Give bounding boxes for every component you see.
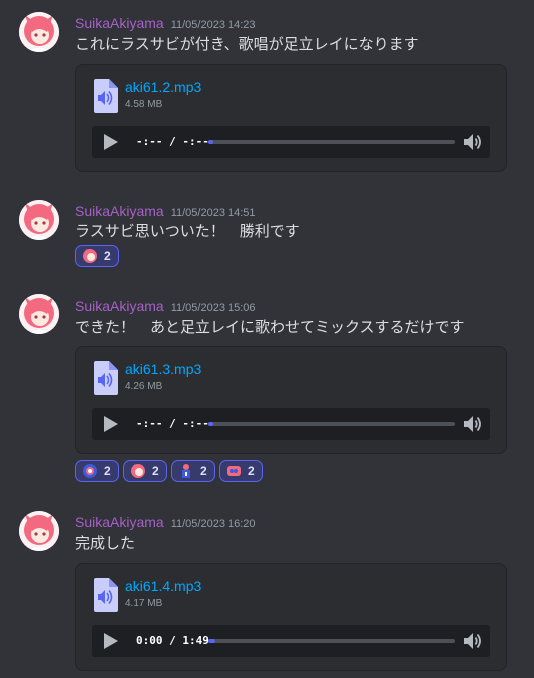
file-size: 4.58 MB	[125, 99, 163, 110]
audio-player: -:-- / -:--	[92, 408, 490, 440]
reaction-count: 2	[248, 464, 255, 478]
file-size: 4.17 MB	[125, 598, 163, 609]
progress-fill	[208, 422, 213, 426]
reaction-button[interactable]: 2	[75, 460, 119, 482]
audio-player: 0:00 / 1:49	[92, 625, 490, 657]
message-text: 完成した	[75, 534, 136, 552]
message-header: SuikaAkiyama 11/05/2023 15:06	[75, 296, 256, 315]
message-header: SuikaAkiyama 11/05/2023 14:51	[75, 201, 256, 220]
chat-message-list: SuikaAkiyama 11/05/2023 14:23 これにラスサビが付き、…	[0, 0, 534, 678]
message-text: ラスサビ思いついた！ 勝利です	[75, 222, 300, 240]
reaction-bar: 2	[75, 245, 123, 267]
avatar-image	[19, 12, 59, 52]
custom-emoji-icon	[226, 463, 242, 483]
play-icon[interactable]	[102, 134, 118, 154]
file-size: 4.26 MB	[125, 381, 163, 392]
reaction-bar: 2 2 2 2	[75, 460, 267, 482]
reaction-button[interactable]: 2	[171, 460, 215, 482]
file-name-link[interactable]: aki61.3.mp3	[125, 361, 201, 377]
custom-emoji-icon	[82, 463, 98, 483]
avatar-image	[19, 294, 59, 334]
progress-track[interactable]	[208, 639, 455, 643]
playback-time: 0:00 / 1:49	[136, 634, 209, 647]
message-header: SuikaAkiyama 11/05/2023 16:20	[75, 512, 256, 531]
username[interactable]: SuikaAkiyama	[75, 514, 164, 530]
avatar[interactable]	[19, 294, 59, 334]
audio-attachment: aki61.3.mp3 4.26 MB -:-- / -:--	[75, 346, 507, 454]
audio-attachment: aki61.4.mp3 4.17 MB 0:00 / 1:49	[75, 563, 507, 671]
message-text: これにラスサビが付き、歌唱が足立レイになります	[75, 35, 419, 53]
custom-emoji-icon	[130, 463, 146, 483]
volume-icon[interactable]	[463, 631, 483, 655]
progress-track[interactable]	[208, 422, 455, 426]
reaction-button[interactable]: 2	[75, 245, 119, 267]
play-icon[interactable]	[102, 633, 118, 653]
reaction-count: 2	[200, 464, 207, 478]
reaction-count: 2	[104, 464, 111, 478]
avatar[interactable]	[19, 511, 59, 551]
avatar-image	[19, 200, 59, 240]
reaction-button[interactable]: 2	[123, 460, 167, 482]
username[interactable]: SuikaAkiyama	[75, 203, 164, 219]
play-icon[interactable]	[102, 416, 118, 436]
audio-file-icon	[92, 578, 118, 616]
volume-icon[interactable]	[463, 414, 483, 438]
custom-emoji-icon	[178, 463, 194, 483]
reaction-button[interactable]: 2	[219, 460, 263, 482]
timestamp[interactable]: 11/05/2023 14:51	[171, 207, 256, 219]
file-name-link[interactable]: aki61.2.mp3	[125, 79, 201, 95]
timestamp[interactable]: 11/05/2023 16:20	[171, 518, 256, 530]
avatar[interactable]	[19, 12, 59, 52]
username[interactable]: SuikaAkiyama	[75, 298, 164, 314]
audio-file-icon	[92, 361, 118, 399]
audio-attachment: aki61.2.mp3 4.58 MB -:-- / -:--	[75, 64, 507, 172]
file-name-link[interactable]: aki61.4.mp3	[125, 578, 201, 594]
message-header: SuikaAkiyama 11/05/2023 14:23	[75, 13, 256, 32]
avatar[interactable]	[19, 200, 59, 240]
audio-file-icon	[92, 79, 118, 117]
progress-fill	[208, 639, 216, 643]
timestamp[interactable]: 11/05/2023 15:06	[171, 302, 256, 314]
reaction-count: 2	[104, 249, 111, 263]
username[interactable]: SuikaAkiyama	[75, 15, 164, 31]
audio-player: -:-- / -:--	[92, 126, 490, 158]
custom-emoji-icon	[82, 248, 98, 268]
progress-fill	[208, 140, 213, 144]
avatar-image	[19, 511, 59, 551]
reaction-count: 2	[152, 464, 159, 478]
message-text: できた！ あと足立レイに歌わせてミックスするだけです	[75, 318, 465, 336]
progress-track[interactable]	[208, 140, 455, 144]
volume-icon[interactable]	[463, 132, 483, 156]
playback-time: -:-- / -:--	[136, 135, 209, 148]
timestamp[interactable]: 11/05/2023 14:23	[171, 19, 256, 31]
playback-time: -:-- / -:--	[136, 417, 209, 430]
